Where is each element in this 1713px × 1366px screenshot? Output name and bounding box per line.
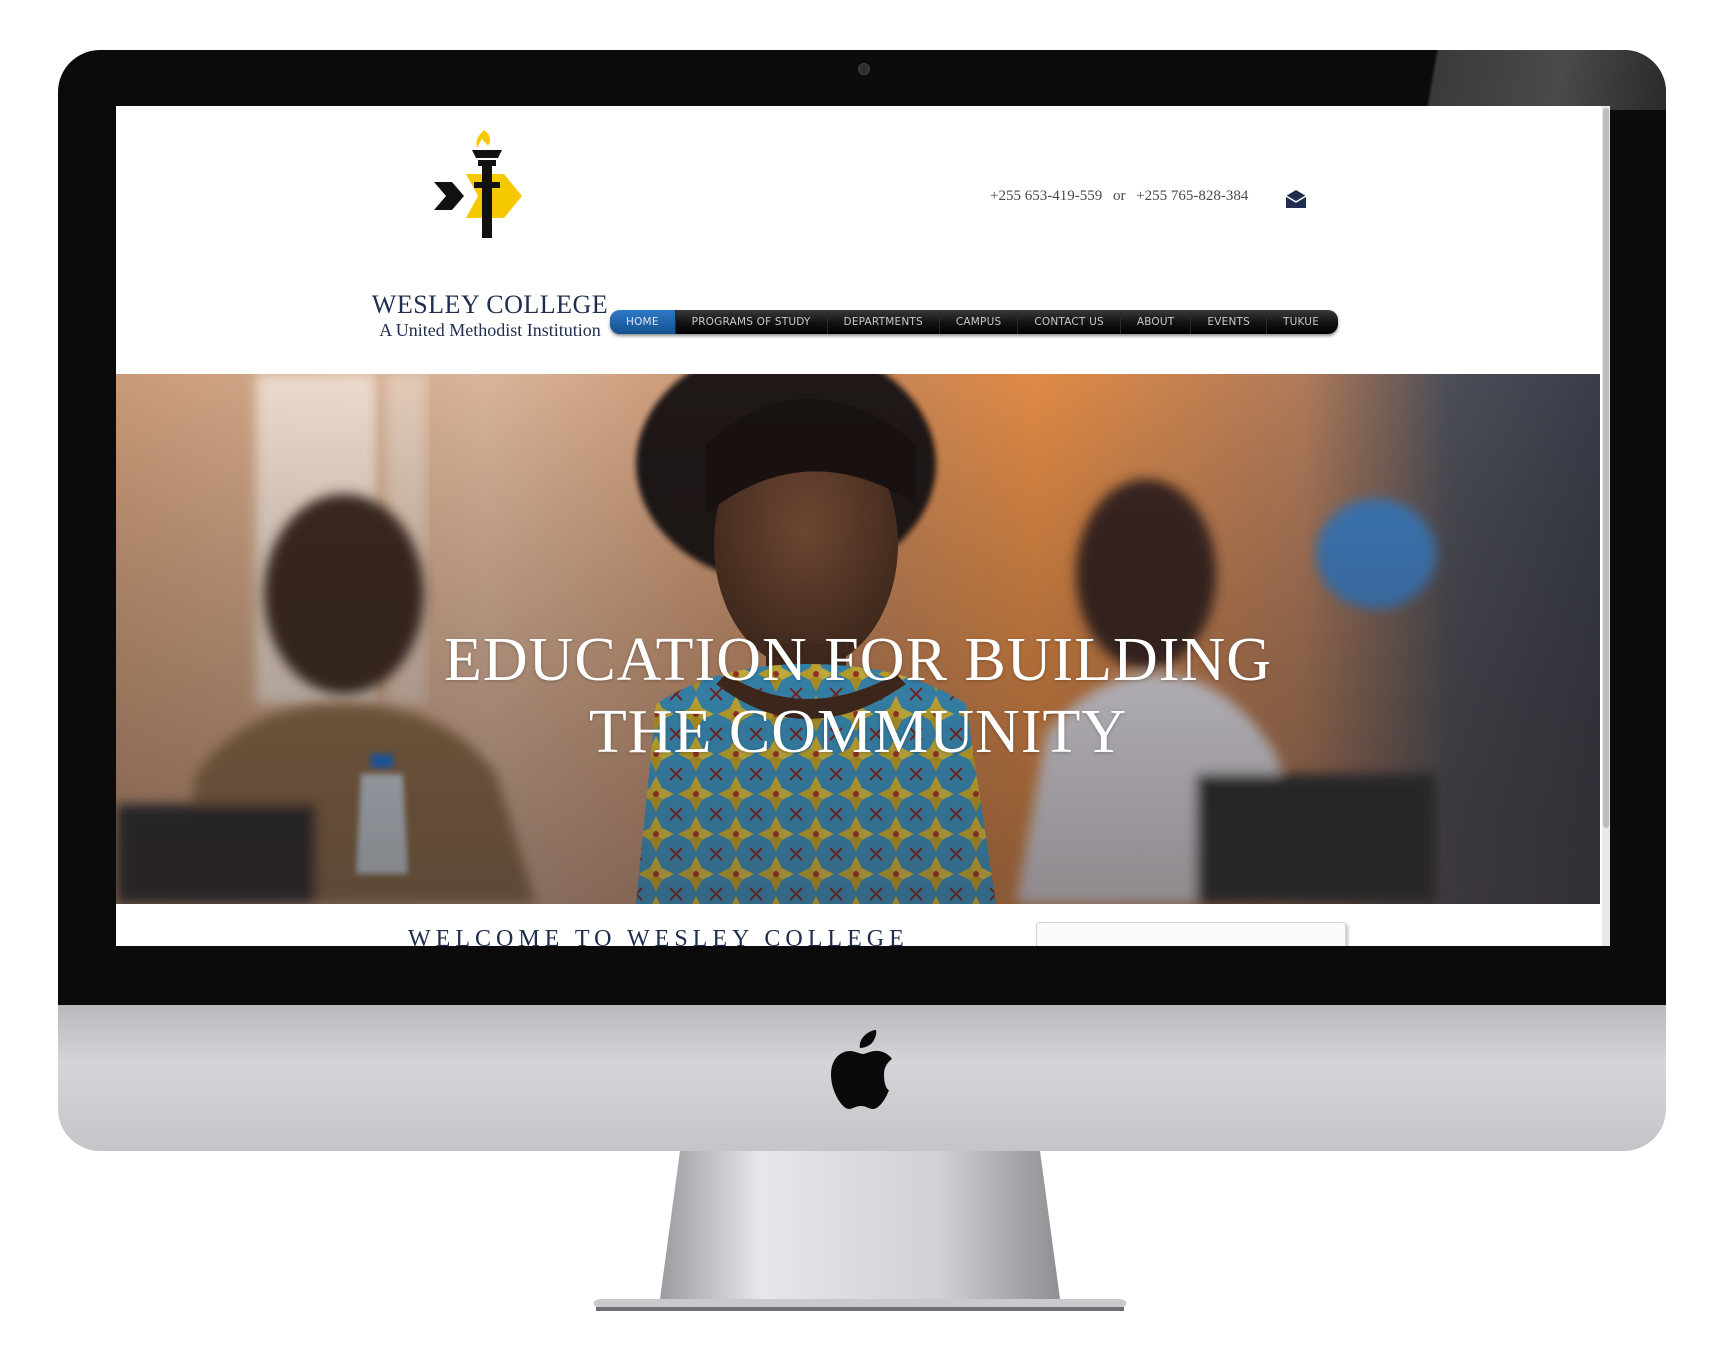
phone-primary[interactable]: +255 653-419-559 [990, 188, 1102, 204]
nav-item-departments[interactable]: DEPARTMENTS [828, 310, 940, 334]
nav-item-programs-of-study[interactable]: PROGRAMS OF STUDY [676, 310, 828, 334]
browser-viewport: WESLEY COLLEGE A United Methodist Instit… [116, 106, 1610, 946]
scrollbar[interactable] [1602, 106, 1610, 946]
envelope-icon[interactable] [1284, 188, 1308, 210]
phone-separator: or [1112, 188, 1126, 204]
nav-item-tukue[interactable]: TUKUE [1267, 310, 1335, 334]
contact-phones: +255 653-419-559 or +255 765-828-384 [990, 188, 1248, 205]
sidebar-panel [1036, 922, 1346, 946]
college-tagline: A United Methodist Institution [379, 320, 601, 340]
monitor-stand [593, 1151, 1127, 1311]
phone-secondary[interactable]: +255 765-828-384 [1136, 188, 1248, 204]
hero-title-line-1: EDUCATION FOR BUILDING [444, 626, 1272, 694]
apple-logo-icon [831, 1030, 892, 1109]
nav-item-campus[interactable]: CAMPUS [940, 310, 1019, 334]
webcam [858, 63, 870, 75]
welcome-heading: WELCOME TO WESLEY COLLEGE [408, 926, 909, 946]
nav-item-home[interactable]: HOME [610, 310, 676, 334]
hero-title: EDUCATION FOR BUILDING THE COMMUNITY [116, 624, 1600, 768]
college-name: WESLEY COLLEGE [371, 290, 609, 319]
nav-item-about[interactable]: ABOUT [1121, 310, 1192, 334]
scrollbar-thumb[interactable] [1603, 108, 1609, 828]
college-logo[interactable] [426, 126, 546, 246]
nav-item-contact-us[interactable]: CONTACT US [1018, 310, 1121, 334]
hero-banner: EDUCATION FOR BUILDING THE COMMUNITY [116, 374, 1600, 904]
hero-title-line-2: THE COMMUNITY [588, 698, 1128, 766]
main-navigation: HOME PROGRAMS OF STUDY DEPARTMENTS CAMPU… [610, 310, 1338, 334]
bezel-glare [1306, 50, 1666, 110]
nav-item-events[interactable]: EVENTS [1191, 310, 1267, 334]
